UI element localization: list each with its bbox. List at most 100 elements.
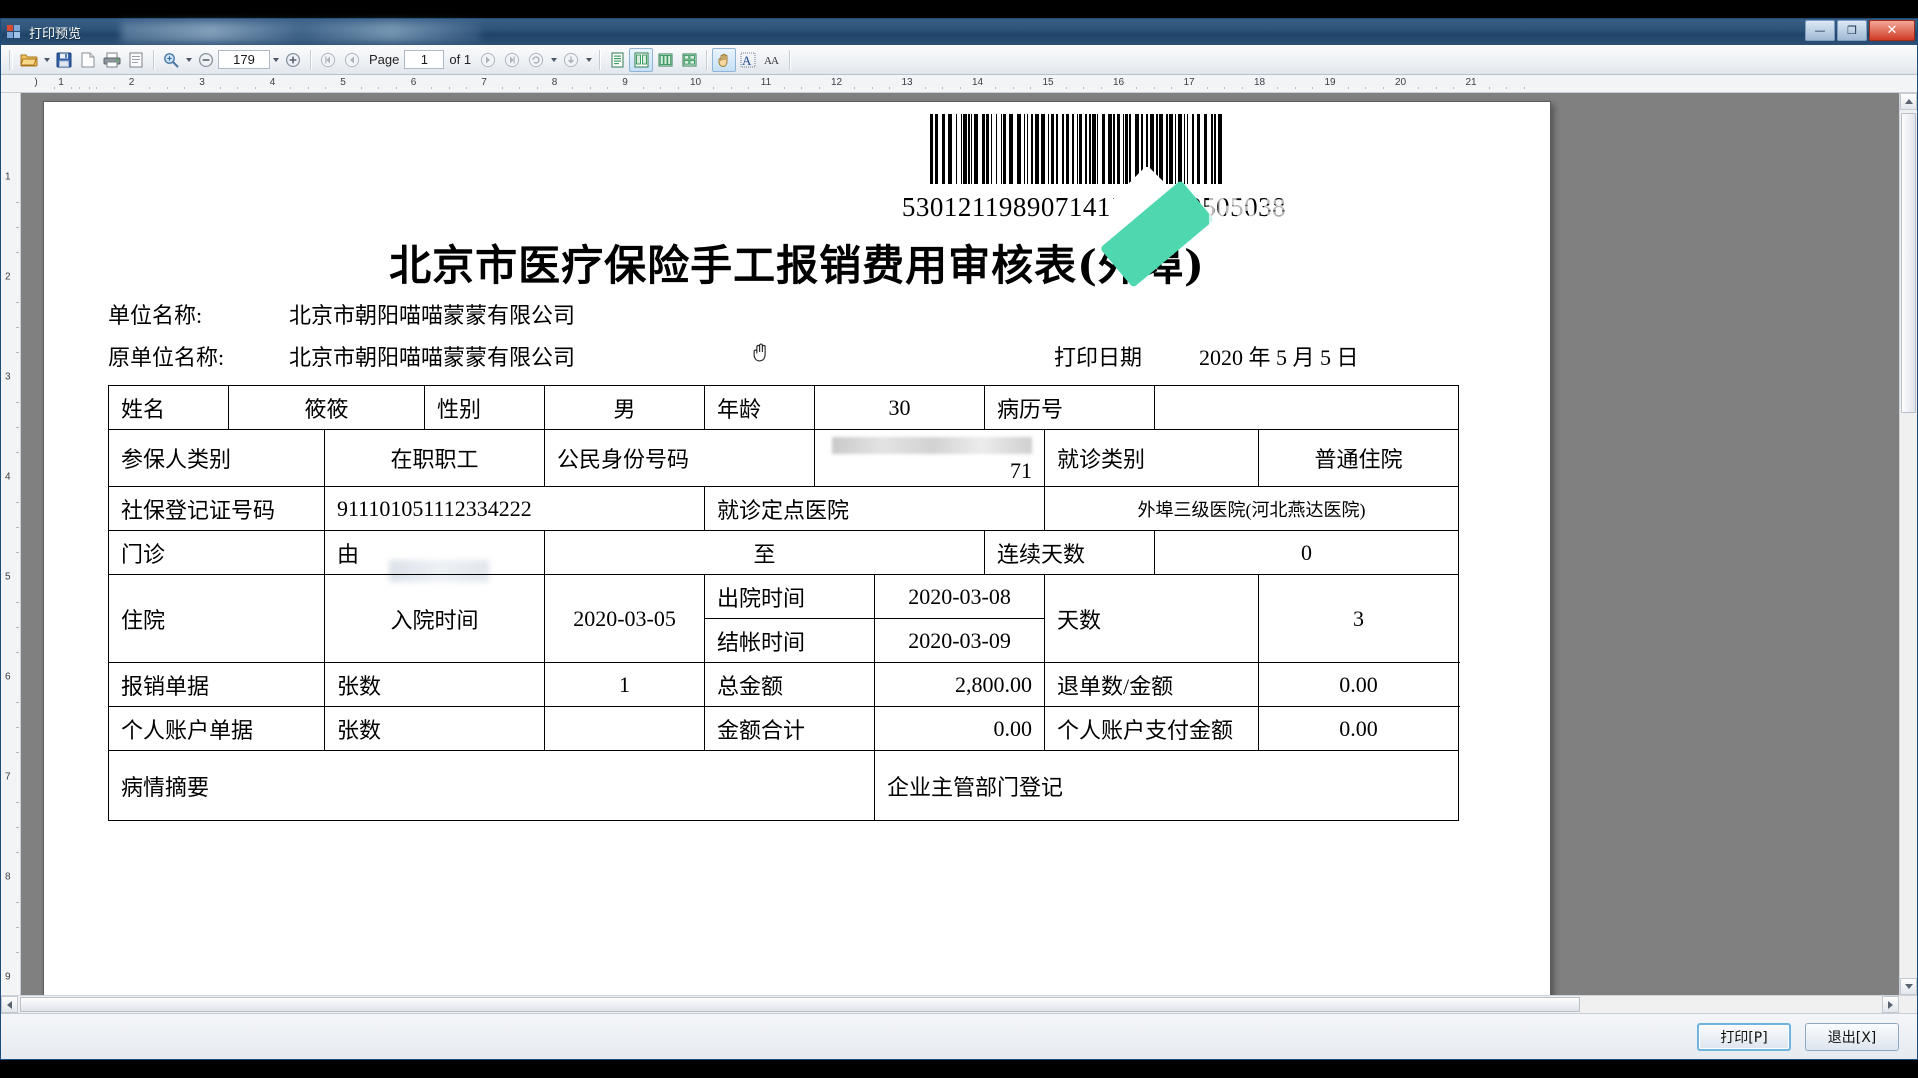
zoom-in-icon[interactable] xyxy=(281,48,305,72)
ruler-tick xyxy=(431,87,433,89)
ruler-tick xyxy=(959,87,961,89)
print-date-value: 2020 年 5 月 5 日 xyxy=(1199,345,1359,370)
text-tool-icon[interactable]: A xyxy=(736,48,760,72)
ruler-tick xyxy=(16,352,19,353)
toolbar-separator xyxy=(789,49,791,70)
cell-summary-label: 病情摘要 xyxy=(107,750,876,821)
toolbar-separator xyxy=(153,49,154,70)
cell-days-label: 天数 xyxy=(1044,574,1260,663)
ruler-number: 17 xyxy=(1183,77,1195,88)
print-button[interactable]: 打印[P] xyxy=(1697,1022,1791,1051)
exit-button[interactable]: 退出[X] xyxy=(1805,1022,1899,1051)
print-icon[interactable] xyxy=(100,48,124,72)
two-page-view-icon[interactable] xyxy=(629,47,654,72)
vertical-scrollbar[interactable] xyxy=(1899,93,1917,995)
page-label: Page xyxy=(369,52,400,67)
refresh-icon[interactable] xyxy=(524,48,548,72)
cell-personal-count-value xyxy=(544,706,706,751)
open-dropdown-icon[interactable] xyxy=(41,48,52,72)
svg-text:A: A xyxy=(742,53,752,68)
horizontal-ruler[interactable]: ) 1 2 3 4 5 6 7 8 9 10 11 12 13 14 15 16 17 18 19 20 21 xyxy=(1,75,1917,93)
last-page-icon[interactable] xyxy=(500,48,524,72)
zoom-level-dropdown-icon[interactable] xyxy=(270,48,281,72)
ruler-number: 3 xyxy=(199,77,205,88)
ruler-tick xyxy=(149,87,151,89)
zoom-level-input[interactable]: 179 xyxy=(218,50,270,69)
first-page-icon[interactable] xyxy=(316,48,340,72)
scroll-right-button[interactable] xyxy=(1882,996,1899,1013)
table-row: 住院 入院时间 2020-03-05 出院时间 2020-03-08 天数 3 xyxy=(108,574,1460,663)
toolbar-separator xyxy=(599,49,601,70)
ruler-number: 13 xyxy=(901,77,913,88)
vertical-scroll-thumb[interactable] xyxy=(1901,113,1916,413)
scroll-up-button[interactable] xyxy=(1900,93,1917,110)
four-page-view-icon[interactable] xyxy=(677,48,701,72)
hand-tool-icon[interactable] xyxy=(712,47,737,72)
ruler-tick xyxy=(1312,87,1314,89)
minimize-button[interactable]: — xyxy=(1805,20,1835,41)
print-preview-window: 打印预览 — ❐ ✕ 179 Page 1 of 1 A A A) 1 2 3… xyxy=(0,18,1918,1060)
preview-canvas[interactable]: 53012119890714157 1200505038 北京市医疗保险手工报销… xyxy=(21,93,1917,995)
page-setup-icon[interactable] xyxy=(124,48,148,72)
new-document-icon[interactable] xyxy=(76,48,100,72)
ruler-number: 1 xyxy=(5,171,11,183)
cell-receipt-count-value: 1 xyxy=(544,662,706,707)
find-icon[interactable]: A A xyxy=(760,48,784,72)
export-dropdown-icon[interactable] xyxy=(583,48,594,72)
vertical-ruler[interactable]: 1 2 3 4 5 6 7 8 9 xyxy=(1,93,21,995)
horizontal-scroll-thumb[interactable] xyxy=(20,997,1580,1012)
toolbar-grip[interactable] xyxy=(9,49,13,70)
ruler-number: 8 xyxy=(551,77,558,88)
prev-page-icon[interactable] xyxy=(340,48,364,72)
export-icon[interactable] xyxy=(559,48,583,72)
cell-gender-label: 性别 xyxy=(424,385,546,430)
cell-cont-days-value: 0 xyxy=(1154,530,1460,575)
close-button[interactable]: ✕ xyxy=(1869,20,1915,41)
ruler-tick xyxy=(113,87,115,89)
ruler-tick xyxy=(1065,87,1067,89)
main-toolbar: 179 Page 1 of 1 A A A xyxy=(1,45,1917,75)
cell-social-reg-value: 911101051112334222 xyxy=(323,486,706,531)
one-page-view-icon[interactable] xyxy=(605,48,629,72)
zoom-out-icon[interactable] xyxy=(194,48,218,72)
toolbar-separator xyxy=(310,49,311,70)
ruler-tick xyxy=(730,87,732,89)
ruler-tick xyxy=(16,802,19,803)
page-total-label: of 1 xyxy=(449,52,472,67)
cell-social-reg-label: 社保登记证号码 xyxy=(108,486,325,531)
ruler-tick xyxy=(607,87,609,89)
ruler-tick xyxy=(16,652,19,653)
maximize-button[interactable]: ❐ xyxy=(1837,20,1867,41)
ruler-tick xyxy=(1418,87,1420,89)
open-folder-icon[interactable] xyxy=(17,48,41,72)
ruler-number: 12 xyxy=(830,77,843,88)
cell-gender-value: 男 xyxy=(544,385,706,430)
save-icon[interactable] xyxy=(52,48,76,72)
ruler-number: 5 xyxy=(340,77,346,88)
cell-total-label: 总金额 xyxy=(704,662,876,707)
refresh-dropdown-icon[interactable] xyxy=(548,48,559,72)
ruler-number: 21 xyxy=(1465,77,1477,88)
ruler-tick xyxy=(219,87,221,89)
page-number-input[interactable]: 1 xyxy=(404,50,445,69)
ruler-number: 6 xyxy=(410,77,417,88)
ruler-tick xyxy=(1171,87,1173,89)
window-controls: — ❐ ✕ xyxy=(1805,20,1915,41)
next-page-icon[interactable] xyxy=(476,48,500,72)
cell-discharge-label: 出院时间 xyxy=(704,574,876,619)
scroll-left-button[interactable] xyxy=(1,996,18,1013)
ruler-tick xyxy=(924,87,926,89)
ruler-tick xyxy=(16,752,19,753)
ruler-tick xyxy=(1453,87,1455,89)
zoom-dropdown-icon[interactable] xyxy=(183,48,194,72)
ruler-number: 15 xyxy=(1042,77,1054,88)
cell-personal-count-label: 张数 xyxy=(323,706,546,751)
cell-sum-value: 0.00 xyxy=(874,706,1046,751)
table-row: 个人账户单据 张数 金额合计 0.00 个人账户支付金额 0.00 xyxy=(108,706,1460,751)
three-page-view-icon[interactable] xyxy=(653,48,677,72)
scroll-down-button[interactable] xyxy=(1900,978,1917,995)
horizontal-scrollbar[interactable] xyxy=(1,995,1917,1013)
ruler-number: 2 xyxy=(5,271,11,283)
zoom-tool-icon[interactable] xyxy=(159,48,183,72)
ruler-number: 11 xyxy=(760,77,772,88)
